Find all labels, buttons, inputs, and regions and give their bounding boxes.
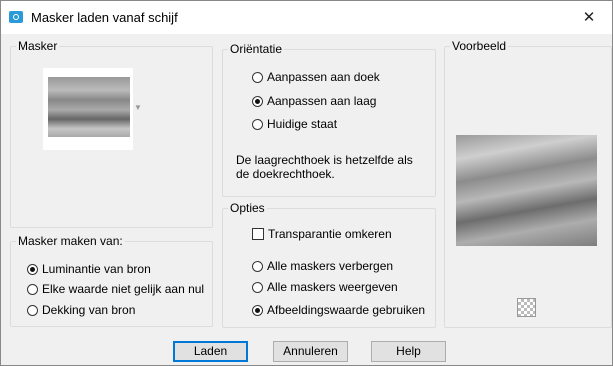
window-title: Masker laden vanaf schijf <box>31 10 178 25</box>
checkbox-transparantie-omkeren[interactable]: Transparantie omkeren <box>252 227 392 241</box>
mask-load-dialog: Masker laden vanaf schijf ✕ Masker ▼ Mas… <box>0 0 613 366</box>
radio-button[interactable] <box>27 304 38 316</box>
radio-aanpassen-doek[interactable]: Aanpassen aan doek <box>252 70 380 84</box>
masker-group-label: Masker <box>16 39 60 53</box>
mask-thumbnail-frame[interactable] <box>43 68 133 150</box>
radio-button[interactable] <box>27 283 38 295</box>
radio-label: Dekking van bron <box>42 303 136 317</box>
opties-group-label: Opties <box>228 201 267 215</box>
radio-button[interactable] <box>252 118 263 130</box>
cancel-button[interactable]: Annuleren <box>273 341 348 362</box>
close-button[interactable]: ✕ <box>566 1 612 34</box>
radio-maskers-verbergen[interactable]: Alle maskers verbergen <box>252 259 393 273</box>
radio-label: Elke waarde niet gelijk aan nul <box>42 282 205 296</box>
orientatie-group-label: Oriëntatie <box>228 42 285 56</box>
radio-button[interactable] <box>252 281 263 293</box>
radio-label: Luminantie van bron <box>42 262 151 276</box>
radio-huidige-staat[interactable]: Huidige staat <box>252 117 337 131</box>
radio-button[interactable] <box>252 95 263 107</box>
radio-button[interactable] <box>252 71 263 83</box>
radio-button[interactable] <box>252 304 263 316</box>
title-bar: Masker laden vanaf schijf ✕ <box>1 1 612 34</box>
load-button[interactable]: Laden <box>173 341 248 362</box>
checkbox[interactable] <box>252 228 264 240</box>
radio-maskers-weergeven[interactable]: Alle maskers weergeven <box>252 280 398 294</box>
radio-label: Alle maskers verbergen <box>267 259 394 273</box>
radio-button[interactable] <box>27 263 38 275</box>
masker-maken-group-label: Masker maken van: <box>16 234 125 248</box>
orientation-info-text: De laagrechthoek is hetzelfde als de doe… <box>236 153 413 181</box>
radio-button[interactable] <box>252 260 263 272</box>
radio-label: Aanpassen aan doek <box>267 70 380 84</box>
voorbeeld-group-label: Voorbeeld <box>450 39 509 53</box>
radio-afbeeldingswaarde[interactable]: Afbeeldingswaarde gebruiken <box>252 303 425 317</box>
transparency-checker-icon[interactable] <box>517 298 536 317</box>
radio-dekking[interactable]: Dekking van bron <box>27 303 135 317</box>
app-camera-icon <box>9 11 23 23</box>
radio-label: Huidige staat <box>267 117 338 131</box>
preview-image <box>456 135 597 246</box>
radio-label: Alle maskers weergeven <box>267 280 398 294</box>
chevron-down-icon[interactable]: ▼ <box>134 103 142 112</box>
radio-label: Afbeeldingswaarde gebruiken <box>267 303 426 317</box>
radio-luminantie[interactable]: Luminantie van bron <box>27 262 151 276</box>
radio-elke-waarde[interactable]: Elke waarde niet gelijk aan nul <box>27 282 204 296</box>
checkbox-label: Transparantie omkeren <box>268 227 392 241</box>
radio-aanpassen-laag[interactable]: Aanpassen aan laag <box>252 94 376 108</box>
mask-thumbnail-image <box>48 77 130 137</box>
radio-label: Aanpassen aan laag <box>267 94 377 108</box>
help-button[interactable]: Help <box>371 341 446 362</box>
